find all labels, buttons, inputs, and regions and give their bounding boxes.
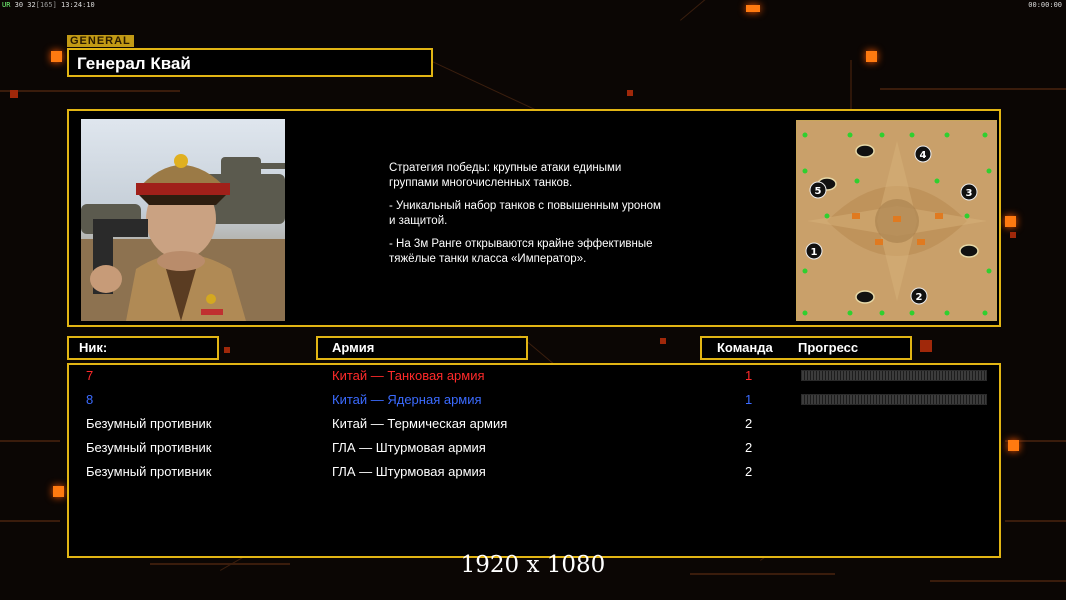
player-name: 7	[86, 368, 94, 383]
player-row: Безумный противник ГЛА — Штурмовая армия…	[69, 462, 999, 482]
header-name: Ник:	[79, 340, 108, 355]
general-name: Генерал Квай	[77, 54, 191, 73]
player-team: 2	[745, 416, 753, 431]
description-emperor: - На 3м Ранге открываются крайне эффекти…	[389, 238, 653, 265]
clock: 13:24:10	[61, 1, 95, 9]
player-row: Безумный противник ГЛА — Штурмовая армия…	[69, 438, 999, 458]
general-portrait	[81, 119, 285, 321]
general-info-panel: Стратегия победы: крупные атаки едиными …	[67, 109, 1001, 327]
general-description: Стратегия победы: крупные атаки едиными …	[389, 161, 719, 275]
player-army: ГЛА — Штурмовая армия	[332, 440, 486, 455]
general-title-box: Генерал Квай	[67, 48, 433, 77]
fps-extra: [165]	[35, 1, 57, 9]
header-team-box: Команда Прогресс	[700, 336, 912, 360]
progress-bar	[801, 394, 987, 405]
player-name: Безумный противник	[86, 416, 212, 431]
player-army: Китай — Термическая армия	[332, 416, 508, 431]
header-name-box: Ник:	[67, 336, 219, 360]
header-army-box: Армия	[316, 336, 528, 360]
player-name: 8	[86, 392, 94, 407]
player-row: 8 Китай — Ядерная армия 1	[69, 390, 999, 410]
player-name: Безумный противник	[86, 464, 212, 479]
debug-overlay: UR 30 32[165] 13:24:10 00:00:00	[0, 0, 1066, 10]
fps-values: 30 32	[14, 1, 36, 9]
players-panel: 7 Китай — Танковая армия 1 8 Китай — Яде…	[67, 363, 1001, 558]
player-team: 1	[745, 392, 753, 407]
minimap: 1 2 3 4 5	[796, 120, 997, 321]
general-tag: GENERAL	[67, 35, 134, 47]
description-strategy: Стратегия победы: крупные атаки едиными …	[389, 162, 622, 189]
game-timer: 00:00:00	[1028, 1, 1062, 9]
player-row: 7 Китай — Танковая армия 1	[69, 366, 999, 386]
player-army: Китай — Танковая армия	[332, 368, 485, 383]
header-progress: Прогресс	[798, 340, 859, 355]
player-team: 2	[745, 440, 753, 455]
start-position-1: 1	[811, 247, 818, 258]
player-team: 1	[745, 368, 753, 383]
player-army: Китай — Ядерная армия	[332, 392, 482, 407]
player-name: Безумный противник	[86, 440, 212, 455]
fps-label: UR	[2, 1, 11, 9]
header-army: Армия	[332, 340, 375, 355]
progress-bar	[801, 370, 987, 381]
player-row: Безумный противник Китай — Термическая а…	[69, 414, 999, 434]
start-position-2: 2	[916, 292, 923, 303]
player-army: ГЛА — Штурмовая армия	[332, 464, 486, 479]
header-team: Команда	[717, 340, 773, 355]
start-position-3: 3	[966, 188, 973, 199]
resolution-label: 1920 x 1080	[460, 552, 606, 578]
start-position-5: 5	[815, 186, 822, 197]
start-position-4: 4	[920, 150, 927, 161]
description-tanks: - Уникальный набор танков с повышенным у…	[389, 200, 661, 227]
player-team: 2	[745, 464, 753, 479]
